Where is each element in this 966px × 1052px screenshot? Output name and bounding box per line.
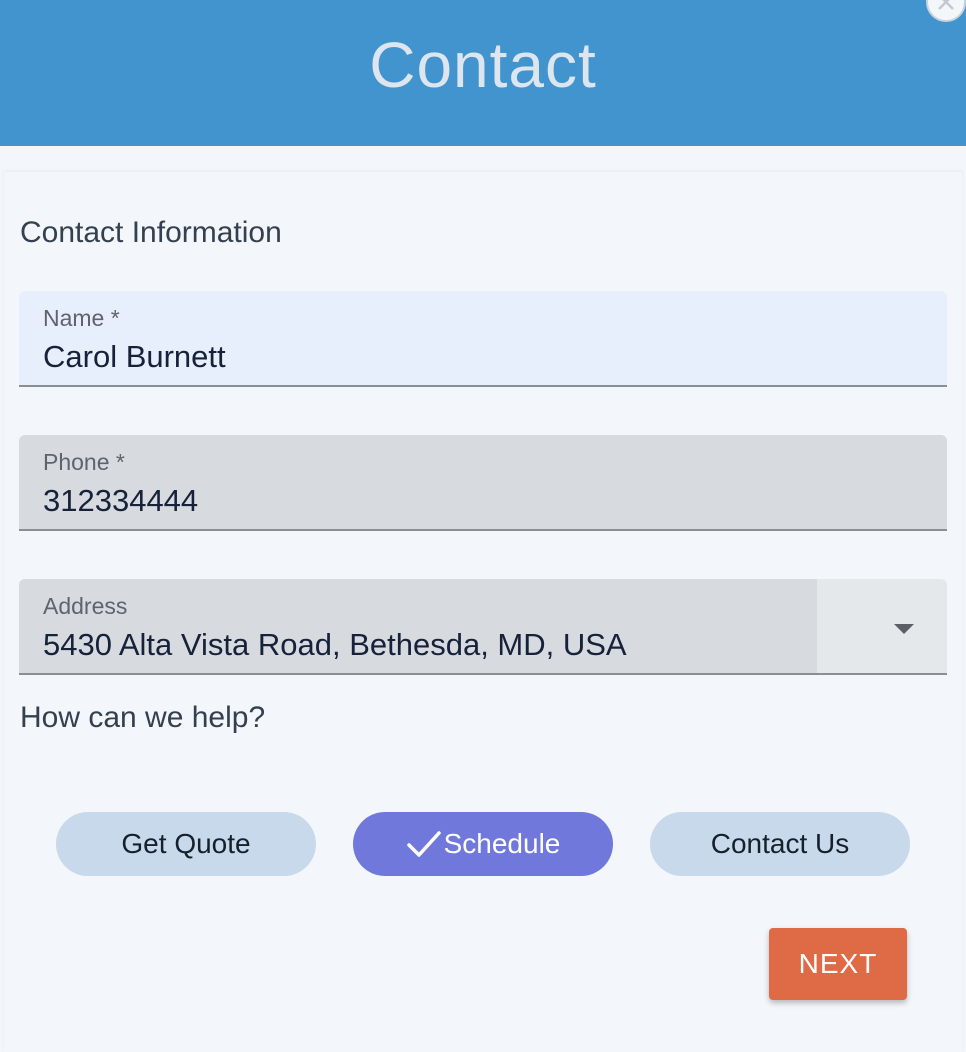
contact-us-label: Contact Us xyxy=(710,828,850,859)
page-title: Contact xyxy=(369,29,597,101)
address-input[interactable]: 5430 Alta Vista Road, Bethesda, MD, USA xyxy=(43,627,627,663)
close-icon xyxy=(938,0,954,10)
schedule-label: Schedule xyxy=(443,828,561,859)
contact-us-button[interactable]: Contact Us xyxy=(650,812,910,876)
section-title: Contact Information xyxy=(20,216,282,249)
name-field[interactable]: Name * Carol Burnett xyxy=(19,291,947,387)
page-header: Contact xyxy=(0,0,966,146)
address-field[interactable]: Address 5430 Alta Vista Road, Bethesda, … xyxy=(19,579,947,675)
next-button[interactable]: NEXT xyxy=(769,928,907,1000)
dropdown-arrow-icon[interactable] xyxy=(894,624,914,634)
phone-input[interactable]: 312334444 xyxy=(43,483,198,519)
help-label: How can we help? xyxy=(20,701,266,734)
name-input[interactable]: Carol Burnett xyxy=(43,339,226,375)
check-icon xyxy=(406,831,441,857)
name-label: Name * xyxy=(43,305,120,331)
get-quote-label: Get Quote xyxy=(121,828,251,859)
schedule-button[interactable]: Schedule xyxy=(353,812,613,876)
get-quote-button[interactable]: Get Quote xyxy=(56,812,316,876)
address-label: Address xyxy=(43,593,128,619)
phone-label: Phone * xyxy=(43,449,125,475)
next-label: NEXT xyxy=(798,948,878,979)
phone-field[interactable]: Phone * 312334444 xyxy=(19,435,947,531)
